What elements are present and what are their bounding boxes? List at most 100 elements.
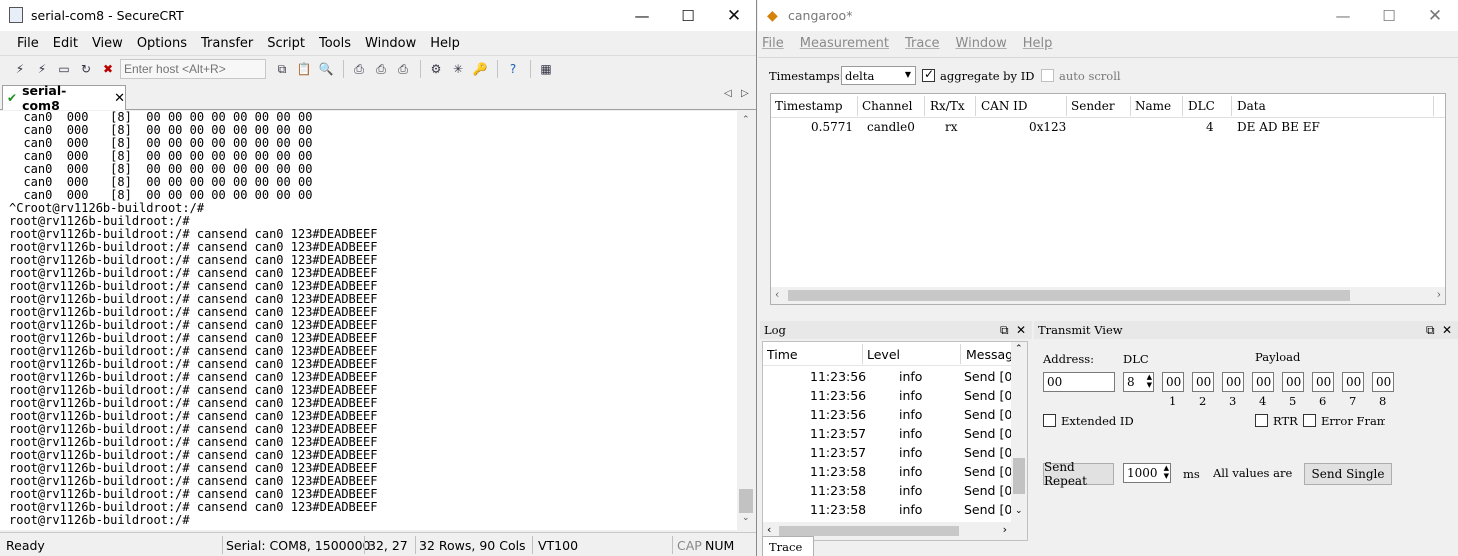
tab-scroll-right-icon[interactable]: ▷ bbox=[741, 88, 749, 99]
scrollbar-thumb[interactable] bbox=[739, 489, 753, 513]
terminal-output[interactable]: can0 000 [8] 00 00 00 00 00 00 00 00 can… bbox=[0, 111, 737, 530]
scroll-left-icon[interactable]: ‹ bbox=[775, 288, 779, 301]
dlc-spinbox[interactable]: 8 ▲ ▼ bbox=[1123, 372, 1154, 392]
scroll-right-icon[interactable]: › bbox=[1437, 288, 1441, 301]
payload-byte-input[interactable]: 00 bbox=[1342, 372, 1364, 392]
scrollbar-thumb[interactable] bbox=[1013, 458, 1025, 494]
maximize-icon[interactable]: ☐ bbox=[1366, 0, 1412, 31]
trace-hscrollbar[interactable]: ‹ › bbox=[771, 287, 1445, 304]
log-row[interactable]: 11:23:57 info Send [00 bbox=[763, 444, 1020, 463]
scroll-right-icon[interactable]: › bbox=[1003, 523, 1007, 536]
tab-close-icon[interactable]: ✕ bbox=[114, 91, 125, 106]
menu-window[interactable]: Window bbox=[358, 36, 423, 51]
scroll-up-icon[interactable]: ⌃ bbox=[742, 115, 750, 125]
undock-icon[interactable]: ⧉ bbox=[1000, 323, 1009, 338]
log-col-level[interactable]: Level bbox=[867, 347, 900, 362]
col-name[interactable]: Name bbox=[1135, 99, 1171, 113]
aggregate-checkbox[interactable] bbox=[922, 67, 935, 82]
log-col-message[interactable]: Messag bbox=[966, 347, 1013, 362]
print-setup-icon[interactable]: ⎙ bbox=[393, 60, 413, 78]
payload-byte-input[interactable]: 00 bbox=[1222, 372, 1244, 392]
global-options-icon[interactable]: ✳ bbox=[448, 60, 468, 78]
payload-byte-input[interactable]: 00 bbox=[1282, 372, 1304, 392]
paste-icon[interactable]: 📋 bbox=[294, 60, 314, 78]
col-rxtx[interactable]: Rx/Tx bbox=[930, 99, 965, 113]
log-row[interactable]: 11:23:58 info Send [00 bbox=[763, 482, 1020, 501]
extended-id-checkbox[interactable] bbox=[1043, 414, 1056, 427]
terminal-scrollbar[interactable]: ⌃ ⌄ bbox=[737, 111, 756, 530]
minimize-icon[interactable]: — bbox=[1320, 0, 1366, 31]
print-selection-icon[interactable]: ⎙ bbox=[371, 60, 391, 78]
log-row[interactable]: 11:23:56 info Send [00 bbox=[763, 406, 1020, 425]
menu-window[interactable]: Window bbox=[956, 36, 1007, 51]
address-input[interactable]: 00 bbox=[1043, 372, 1115, 392]
rtr-checkbox[interactable] bbox=[1255, 414, 1268, 427]
log-col-time[interactable]: Time bbox=[767, 347, 798, 362]
col-sender[interactable]: Sender bbox=[1071, 99, 1115, 113]
undock-icon[interactable]: ⧉ bbox=[1426, 323, 1435, 338]
payload-byte-input[interactable]: 00 bbox=[1192, 372, 1214, 392]
menu-transfer[interactable]: Transfer bbox=[194, 36, 260, 51]
scroll-down-icon[interactable]: ⌄ bbox=[1015, 506, 1023, 516]
keymap-icon[interactable]: 🔑 bbox=[470, 60, 490, 78]
menu-help[interactable]: Help bbox=[1023, 36, 1053, 51]
print-icon[interactable]: ⎙ bbox=[349, 60, 369, 78]
tab-serial-com8[interactable]: ✔ serial-com8 ✕ bbox=[2, 83, 126, 113]
log-vscrollbar[interactable]: ⌃ ⌄ bbox=[1011, 342, 1027, 522]
scroll-left-icon[interactable]: ‹ bbox=[767, 523, 771, 536]
spin-arrows-icon[interactable]: ▲ ▼ bbox=[1147, 373, 1152, 389]
copy-icon[interactable]: ⧉ bbox=[272, 60, 292, 78]
menu-tools[interactable]: Tools bbox=[312, 36, 358, 51]
trace-table[interactable]: Timestamp Channel Rx/Tx CAN ID ⌃ Sender … bbox=[770, 93, 1446, 305]
repeat-interval-spinbox[interactable]: 1000 ▲ ▼ bbox=[1123, 463, 1171, 483]
minimize-icon[interactable]: — bbox=[619, 0, 665, 31]
tab-trace[interactable]: Trace bbox=[762, 536, 814, 556]
autoscroll-checkbox[interactable] bbox=[1041, 69, 1054, 82]
hscroll-thumb[interactable] bbox=[788, 290, 1350, 301]
menu-file[interactable]: File bbox=[762, 36, 784, 51]
session-options-icon[interactable]: ⚙ bbox=[426, 60, 446, 78]
scroll-down-icon[interactable]: ⌄ bbox=[742, 513, 750, 523]
find-icon[interactable]: 🔍 bbox=[316, 60, 336, 78]
col-data[interactable]: Data bbox=[1237, 99, 1266, 113]
payload-byte-input[interactable]: 00 bbox=[1372, 372, 1394, 392]
close-icon[interactable]: ✕ bbox=[1412, 0, 1458, 31]
send-single-button[interactable]: Send Single bbox=[1304, 463, 1392, 485]
timestamps-select[interactable]: delta ▼ bbox=[841, 66, 916, 85]
menu-script[interactable]: Script bbox=[260, 36, 312, 51]
panel-close-icon[interactable]: ✕ bbox=[1442, 323, 1452, 337]
payload-byte-input[interactable]: 00 bbox=[1312, 372, 1334, 392]
log-row[interactable]: 11:23:58 info Send [00 bbox=[763, 501, 1020, 520]
hscroll-thumb[interactable] bbox=[779, 526, 959, 536]
log-row[interactable]: 11:23:57 info Send [00 bbox=[763, 425, 1020, 444]
log-table[interactable]: Time Level Messag 11:23:56 info Send [00 11… bbox=[762, 341, 1028, 541]
menu-options[interactable]: Options bbox=[130, 36, 194, 51]
menu-view[interactable]: View bbox=[85, 36, 130, 51]
log-row[interactable]: 11:23:58 info Send [00 bbox=[763, 463, 1020, 482]
host-input[interactable] bbox=[120, 59, 266, 79]
col-dlc[interactable]: DLC bbox=[1188, 99, 1215, 113]
close-icon[interactable]: ✕ bbox=[711, 0, 756, 31]
col-timestamp[interactable]: Timestamp bbox=[775, 99, 843, 113]
col-channel[interactable]: Channel bbox=[862, 99, 912, 113]
menu-measurement[interactable]: Measurement bbox=[800, 36, 889, 51]
disconnect-icon[interactable]: ✖ bbox=[98, 60, 118, 78]
maximize-icon[interactable]: ☐ bbox=[665, 0, 711, 31]
log-row[interactable]: 11:23:56 info Send [00 bbox=[763, 368, 1020, 387]
menu-file[interactable]: File bbox=[10, 36, 46, 51]
help-icon[interactable]: ? bbox=[503, 60, 523, 78]
connect-icon[interactable]: ⚡ bbox=[10, 60, 30, 78]
payload-byte-input[interactable]: 00 bbox=[1162, 372, 1184, 392]
menu-help[interactable]: Help bbox=[423, 36, 467, 51]
quick-connect-icon[interactable]: ⚡ bbox=[32, 60, 52, 78]
tab-scroll-left-icon[interactable]: ◁ bbox=[724, 88, 732, 99]
panel-close-icon[interactable]: ✕ bbox=[1016, 323, 1026, 337]
scroll-up-icon[interactable]: ⌃ bbox=[1015, 344, 1023, 354]
col-canid[interactable]: CAN ID bbox=[981, 99, 1028, 113]
send-repeat-button[interactable]: Send Repeat bbox=[1043, 460, 1114, 488]
log-row[interactable]: 11:23:56 info Send [00 bbox=[763, 387, 1020, 406]
menu-edit[interactable]: Edit bbox=[46, 36, 85, 51]
spin-arrows-icon[interactable]: ▲ ▼ bbox=[1164, 464, 1169, 480]
error-frame-checkbox[interactable] bbox=[1303, 414, 1316, 427]
payload-byte-input[interactable]: 00 bbox=[1252, 372, 1274, 392]
